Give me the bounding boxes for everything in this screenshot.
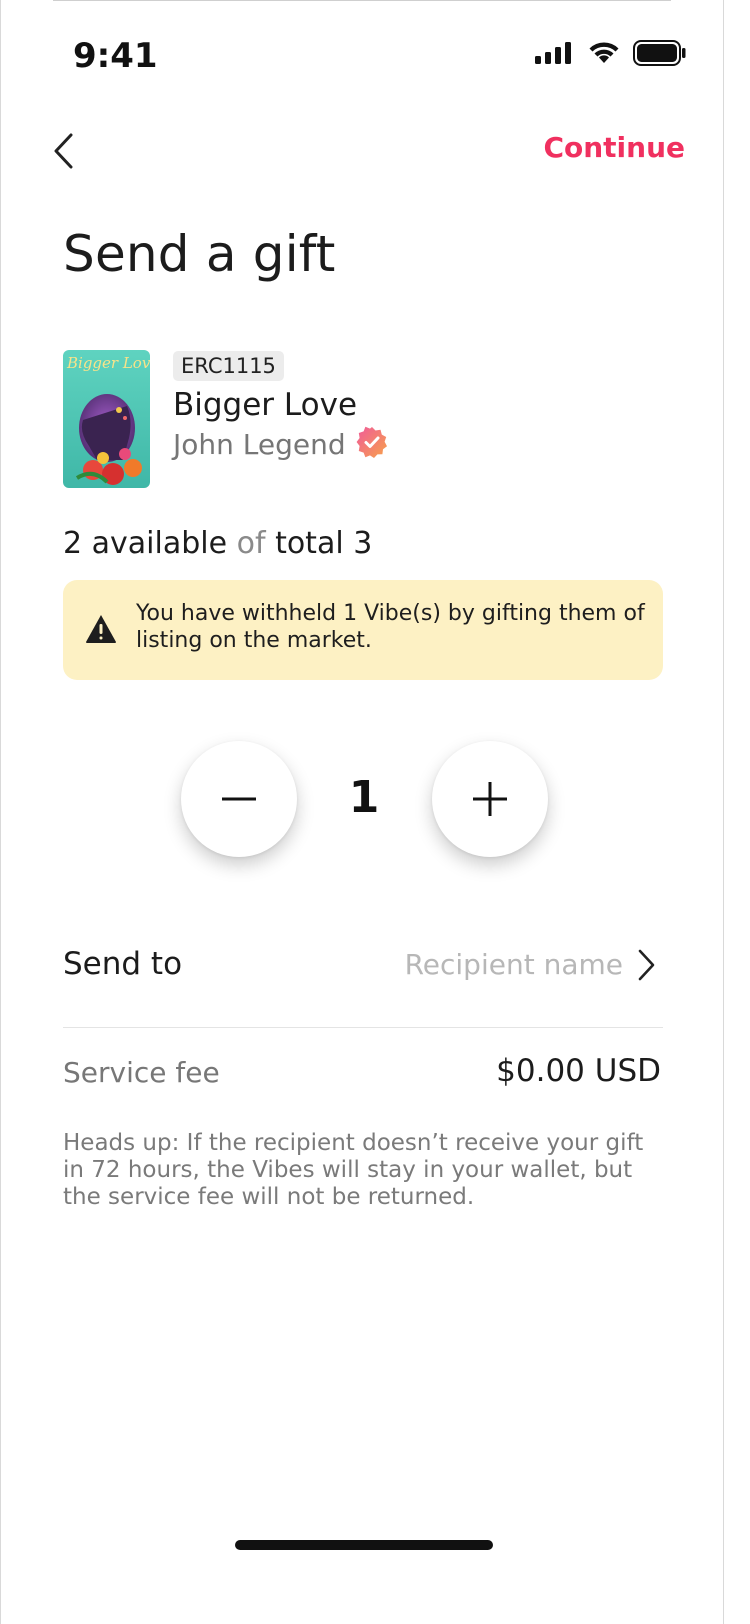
decrement-button[interactable] [181,741,297,857]
chevron-right-icon [638,949,655,980]
song-title: Bigger Love [173,387,358,423]
divider [63,1027,663,1028]
availability-of: of [236,526,266,561]
continue-button[interactable]: Continue [543,131,685,164]
signal-icon [535,42,575,68]
verified-badge-icon [356,426,388,462]
album-cover-title: Bigger Love [67,354,150,372]
token-standard-chip: ERC1115 [173,351,284,381]
top-edge-line [53,0,671,1]
available-count: 2 available [63,526,228,561]
warning-banner: You have withheld 1 Vibe(s) by gifting t… [63,580,663,680]
service-fee-value: $0.00 USD [496,1053,661,1089]
quantity-value: 1 [348,772,380,823]
minus-icon [222,797,256,801]
wifi-icon [587,41,621,69]
status-icons [535,40,687,70]
artist-name: John Legend [173,427,346,461]
heads-up-note: Heads up: If the recipient doesn’t recei… [63,1130,644,1210]
availability-text: 2 available of total 3 [63,526,372,561]
battery-icon [633,40,687,70]
send-to-label: Send to [63,946,183,982]
plus-icon [473,782,507,816]
service-fee-label: Service fee [63,1056,220,1089]
phone-screen: 9:41 Continue Send a gift Bigger Love ER… [0,0,724,1624]
recipient-selector[interactable]: Recipient name [355,948,655,981]
recipient-placeholder: Recipient name [404,948,623,981]
warning-text: You have withheld 1 Vibe(s) by gifting t… [136,601,645,653]
chevron-left-icon [54,133,73,169]
status-time: 9:41 [73,36,158,76]
home-indicator [235,1540,493,1550]
artist-row: John Legend [173,426,388,462]
page-title: Send a gift [63,225,336,283]
back-button[interactable] [45,128,81,174]
album-cover: Bigger Love [63,350,150,488]
increment-button[interactable] [432,741,548,857]
warning-triangle-icon [85,614,117,648]
total-count: total 3 [275,526,373,561]
